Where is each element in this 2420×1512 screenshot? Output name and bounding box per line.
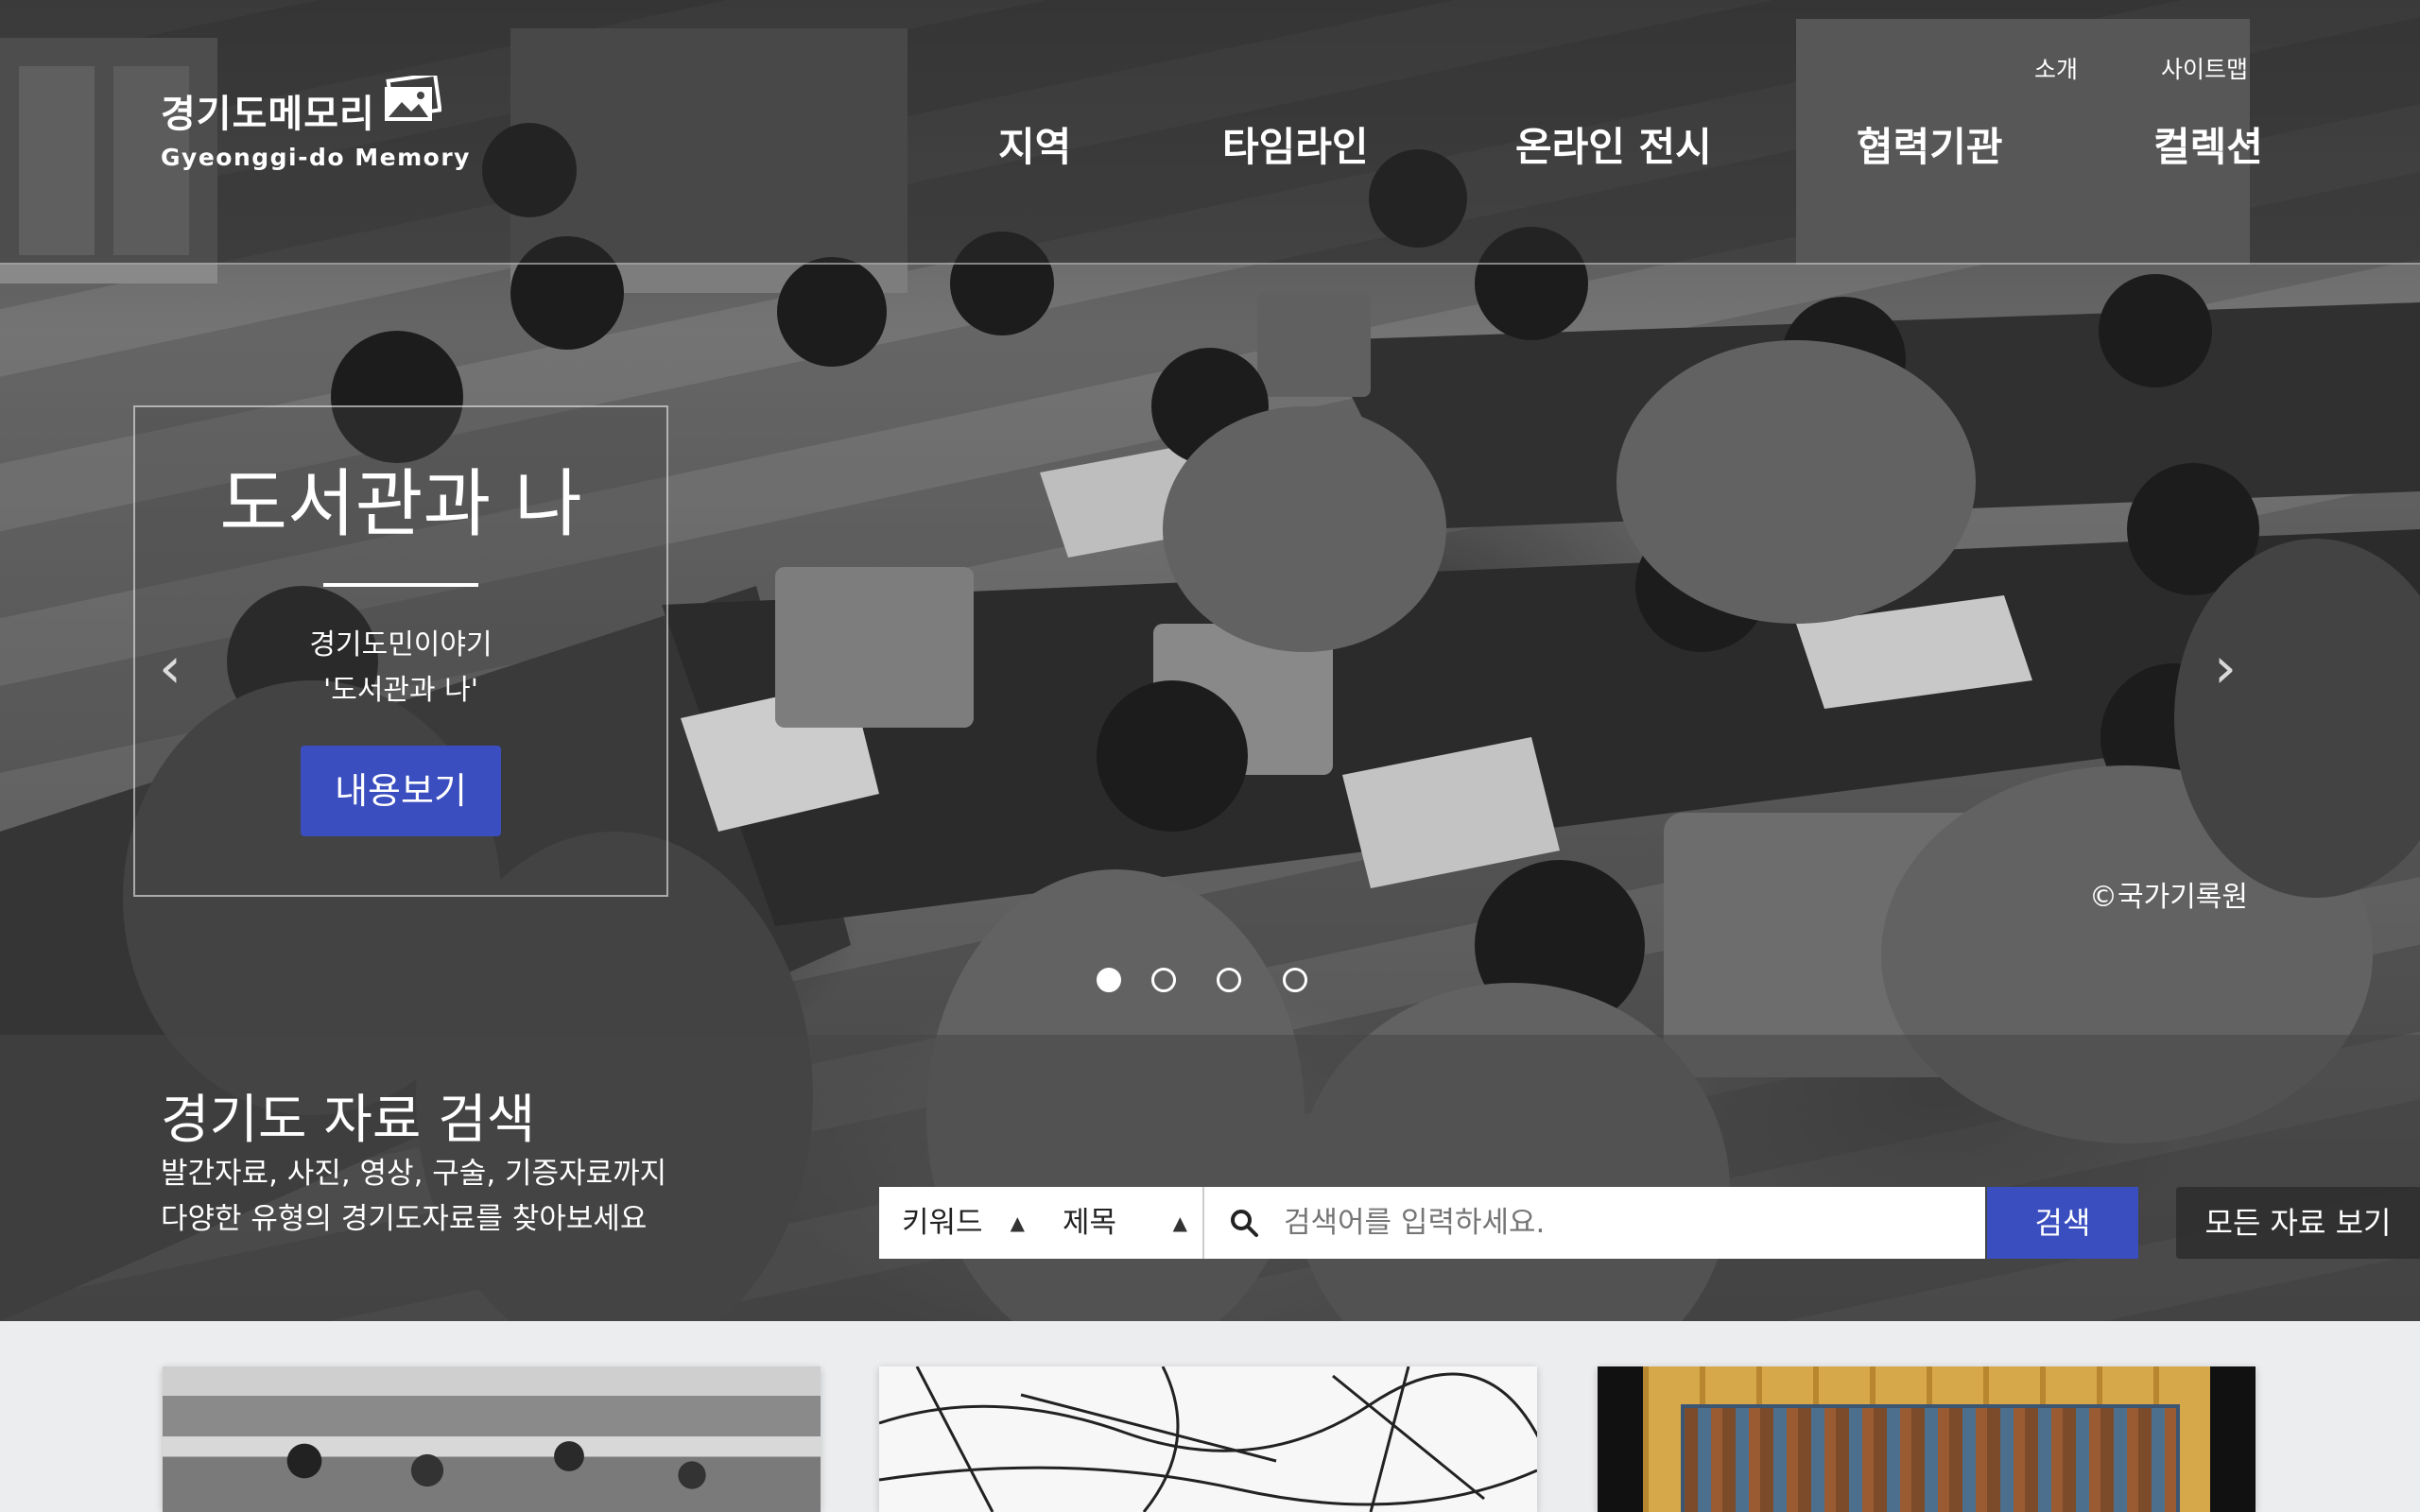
util-link-about[interactable]: 소개 <box>2034 51 2078 85</box>
nav-online-exhibition[interactable]: 온라인 전시 <box>1515 115 1712 173</box>
slide-divider <box>323 583 478 587</box>
search-box[interactable] <box>1202 1187 1985 1259</box>
search-icon <box>1231 1210 1258 1237</box>
search-input[interactable] <box>1284 1187 1964 1259</box>
view-content-button[interactable]: 내용보기 <box>301 746 501 836</box>
search-title: 경기도 자료 검색 <box>161 1090 536 1151</box>
search-desc-line2: 다양한 유형의 경기도자료를 찾아보세요 <box>161 1202 648 1236</box>
photo-credit: ©국가기록원 <box>2089 881 2248 914</box>
slide-dot-4[interactable] <box>1283 968 1307 992</box>
search-field-value: 제목 <box>1063 1206 1117 1240</box>
slide-dot-3[interactable] <box>1217 968 1241 992</box>
slide-desc-line2: '도서관과 나' <box>322 674 479 707</box>
select-caret-icon: ▲ <box>1172 1211 1187 1234</box>
search-button[interactable]: 검색 <box>1987 1187 2138 1259</box>
prev-slide-icon[interactable]: ‹ <box>159 635 182 701</box>
card-image-map-sketch <box>879 1366 1537 1512</box>
slide-caption-box: 도서관과 나 경기도민이야기 '도서관과 나' 내용보기 <box>133 405 668 897</box>
content-card-1[interactable] <box>163 1366 821 1512</box>
nav-region[interactable]: 지역 <box>998 115 1071 173</box>
search-type-value: 키워드 <box>902 1206 983 1240</box>
search-type-select[interactable]: 키워드 ▲ <box>879 1187 1040 1259</box>
slide-desc-line1: 경기도민이야기 <box>309 628 493 662</box>
select-caret-icon: ▲ <box>1010 1211 1025 1234</box>
card-image-reading-room <box>163 1366 821 1512</box>
site-logo[interactable]: 경기도메모리 Gyeonggi-do Memory <box>161 76 471 171</box>
search-field-select[interactable]: 제목 ▲ <box>1040 1187 1202 1259</box>
next-slide-icon[interactable]: › <box>2214 635 2237 701</box>
util-link-sitemap[interactable]: 사이트맵 <box>2161 51 2248 85</box>
slide-dot-2[interactable] <box>1151 968 1176 992</box>
search-desc-line1: 발간자료, 사진, 영상, 구술, 기증자료까지 <box>161 1157 667 1191</box>
card-image-folding-screen <box>1643 1366 2210 1512</box>
nav-timeline[interactable]: 타임라인 <box>1222 115 1369 173</box>
nav-partners[interactable]: 협력기관 <box>1857 115 2003 173</box>
slide-title: 도서관과 나 <box>219 462 582 547</box>
folding-screen-panel <box>1681 1404 2180 1512</box>
view-all-button[interactable]: 모든 자료 보기 <box>2176 1187 2420 1259</box>
content-card-3[interactable] <box>1598 1366 2256 1512</box>
logo-title-en: Gyeonggi-do Memory <box>161 144 471 171</box>
slide-description: 경기도민이야기 '도서관과 나' <box>135 623 666 713</box>
slide-dot-1[interactable] <box>1097 968 1121 992</box>
nav-collection[interactable]: 컬렉션 <box>2153 115 2263 173</box>
photo-album-icon <box>385 76 441 121</box>
content-card-2[interactable] <box>879 1366 1537 1512</box>
site-header: 경기도메모리 Gyeonggi-do Memory 소개 사이트맵 지역 타임라… <box>0 0 2420 265</box>
search-description: 발간자료, 사진, 영상, 구술, 기증자료까지 다양한 유형의 경기도자료를 … <box>161 1151 666 1242</box>
